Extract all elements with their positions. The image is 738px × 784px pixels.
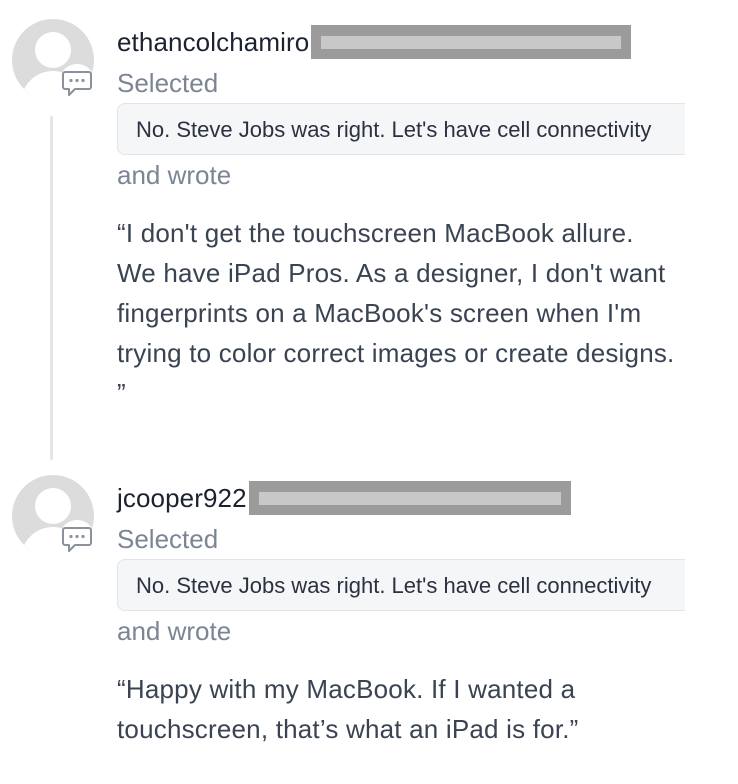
selected-quote-text: No. Steve Jobs was right. Let's have cel… <box>136 573 652 598</box>
selected-quote-box[interactable]: No. Steve Jobs was right. Let's have cel… <box>117 103 685 155</box>
selected-quote-box[interactable]: No. Steve Jobs was right. Let's have cel… <box>117 559 685 611</box>
selected-quote-text: No. Steve Jobs was right. Let's have cel… <box>136 117 652 142</box>
wrote-label: and wrote <box>117 160 232 190</box>
redacted-block <box>248 481 571 515</box>
chat-bubble-icon <box>59 64 95 100</box>
username-link[interactable]: jcooper922 <box>117 481 247 515</box>
comment-body: “I don't get the touchscreen MacBook all… <box>117 218 675 408</box>
username-row: jcooper922 <box>117 481 571 515</box>
selected-label: Selected <box>117 68 219 98</box>
chat-bubble-icon <box>59 520 95 556</box>
comment-body: “Happy with my MacBook. If I wanted a to… <box>117 674 579 744</box>
username-link[interactable]: ethancolchamiro <box>117 25 309 59</box>
redacted-block <box>311 25 632 59</box>
avatar[interactable] <box>12 19 95 101</box>
username-row: ethancolchamiro <box>117 25 632 59</box>
avatar[interactable] <box>12 475 95 557</box>
thread-connector-line <box>50 116 53 460</box>
wrote-label: and wrote <box>117 616 232 646</box>
selected-label: Selected <box>117 524 219 554</box>
